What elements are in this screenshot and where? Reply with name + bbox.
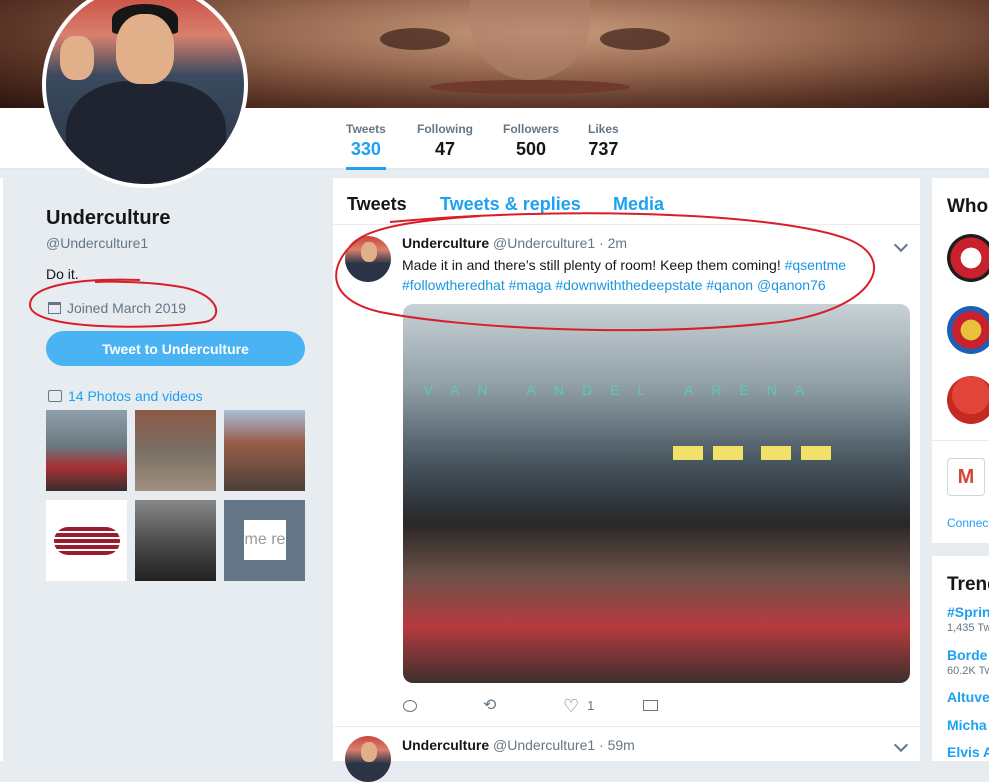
mention-link[interactable]: @qanon76 — [757, 277, 826, 293]
heart-icon: ♡ — [563, 695, 580, 716]
retweet-button[interactable]: ⟲ — [483, 696, 563, 714]
stat-label: Likes — [588, 122, 619, 136]
joined-date: Joined March 2019 — [48, 300, 186, 316]
hashtag-link[interactable]: #qanon — [706, 277, 753, 293]
stat-label: Tweets — [346, 122, 386, 136]
stat-tweets[interactable]: Tweets 330 — [346, 122, 386, 170]
tweet-header: Underculture @Underculture1 · 2m — [402, 235, 627, 251]
retweet-icon: ⟲ — [483, 696, 497, 714]
arena-sign-text: VAN ANDEL ARENA — [423, 382, 823, 398]
timeline-tabs: Tweets Tweets & replies Media — [333, 178, 920, 225]
hashtag-link[interactable]: #followtheredhat — [402, 277, 505, 293]
trend-item[interactable]: Borde — [947, 647, 987, 663]
image-icon — [48, 390, 62, 402]
like-count: 1 — [587, 698, 595, 713]
suggested-avatar[interactable] — [947, 376, 989, 424]
tweet-avatar[interactable] — [345, 236, 391, 282]
entry-sign — [713, 446, 743, 460]
banner-shape — [430, 80, 630, 94]
tweet-author-name[interactable]: Underculture — [402, 737, 489, 753]
hashtag-link[interactable]: #qsentme — [785, 257, 846, 273]
joined-text: Joined March 2019 — [67, 300, 187, 316]
tweet-body: Made it in and there’s still plenty of r… — [402, 257, 781, 273]
reply-button[interactable] — [403, 699, 483, 712]
hashtag-link[interactable]: #downwiththedeepstate — [555, 277, 702, 293]
entry-sign — [673, 446, 703, 460]
entry-sign — [801, 446, 831, 460]
trend-item[interactable]: #Sprin — [947, 604, 989, 620]
gmail-icon[interactable]: M — [947, 458, 985, 496]
avatar-shape — [60, 36, 94, 80]
like-button[interactable]: ♡ 1 — [563, 695, 643, 716]
tweet-avatar[interactable] — [345, 736, 391, 782]
stat-likes[interactable]: Likes 737 — [588, 122, 619, 160]
who-to-follow-title: Who — [947, 196, 989, 217]
chevron-down-icon[interactable] — [893, 737, 909, 753]
stat-value: 47 — [434, 139, 456, 159]
thumbnail-text: me re — [244, 520, 286, 560]
banner-shape — [380, 28, 450, 50]
stat-value: 330 — [350, 139, 381, 159]
avatar-shape — [116, 14, 174, 84]
trend-item[interactable]: Micha — [947, 717, 987, 733]
tweet-to-button[interactable]: Tweet to Underculture — [46, 331, 305, 366]
stat-followers[interactable]: Followers 500 — [503, 122, 559, 160]
tweet-time[interactable]: · 2m — [599, 235, 627, 251]
tweet-author-handle[interactable]: @Underculture1 — [493, 737, 595, 753]
trend-item[interactable]: Altuve — [947, 689, 989, 705]
trends-panel: Trend #Sprin 1,435 Tw Borde 60.2K Tw Alt… — [932, 556, 989, 761]
photos-videos-label: 14 Photos and videos — [68, 388, 203, 404]
stat-value: 737 — [588, 139, 619, 159]
banner-shape — [600, 28, 670, 50]
stat-value: 500 — [515, 139, 547, 159]
tweet-header: Underculture @Underculture1 · 59m — [402, 737, 635, 753]
banner-shape — [470, 0, 590, 80]
who-to-follow-panel: Who M Connect — [932, 178, 989, 543]
media-thumbnail[interactable] — [46, 410, 127, 491]
tweet-photo[interactable]: VAN ANDEL ARENA — [403, 304, 910, 683]
avatar-shape — [66, 81, 226, 184]
envelope-icon — [643, 700, 658, 711]
tweet-author-handle[interactable]: @Underculture1 — [493, 235, 595, 251]
tweet-item[interactable]: Underculture @Underculture1 · 59m — [333, 726, 920, 782]
tweet-item[interactable]: Underculture @Underculture1 · 2m Made it… — [333, 224, 920, 727]
reply-icon — [403, 699, 417, 712]
calendar-icon — [48, 302, 61, 314]
flag-pill-image — [54, 527, 120, 555]
chevron-down-icon[interactable] — [893, 237, 909, 253]
tab-media[interactable]: Media — [613, 194, 664, 215]
divider — [932, 440, 989, 441]
entry-sign — [761, 446, 791, 460]
suggested-avatar[interactable] — [947, 234, 989, 282]
media-thumbnail[interactable]: me re — [224, 500, 305, 581]
tweet-actions: ⟲ ♡ 1 — [403, 695, 723, 716]
tweet-author-name[interactable]: Underculture — [402, 235, 489, 251]
timeline: Tweets Tweets & replies Media Undercultu… — [333, 178, 920, 782]
connect-link[interactable]: Connect — [947, 516, 989, 530]
trend-item[interactable]: Elvis A — [947, 744, 989, 760]
media-thumbnail[interactable] — [46, 500, 127, 581]
photos-videos-link[interactable]: 14 Photos and videos — [48, 388, 203, 404]
tweet-text: Made it in and there’s still plenty of r… — [402, 255, 892, 295]
suggested-avatar[interactable] — [947, 306, 989, 354]
media-thumbnail[interactable] — [135, 410, 216, 491]
stat-label: Following — [417, 122, 473, 136]
profile-avatar[interactable] — [42, 0, 248, 188]
media-thumbnail[interactable] — [135, 500, 216, 581]
trend-count: 60.2K Tw — [947, 665, 989, 677]
profile-name[interactable]: Underculture — [46, 207, 170, 230]
tab-tweets-replies[interactable]: Tweets & replies — [440, 194, 581, 215]
left-edge — [0, 178, 3, 761]
trend-count: 1,435 Tw — [947, 622, 989, 634]
trends-title: Trend — [947, 574, 989, 595]
tweet-time[interactable]: · 59m — [599, 737, 635, 753]
profile-handle[interactable]: @Underculture1 — [46, 235, 148, 251]
stat-following[interactable]: Following 47 — [417, 122, 473, 160]
hashtag-link[interactable]: #maga — [509, 277, 552, 293]
dm-button[interactable] — [643, 700, 723, 711]
tab-tweets[interactable]: Tweets — [347, 194, 407, 215]
stat-label: Followers — [503, 122, 560, 136]
profile-bio: Do it. — [46, 266, 79, 282]
media-thumbnail[interactable] — [224, 410, 305, 491]
